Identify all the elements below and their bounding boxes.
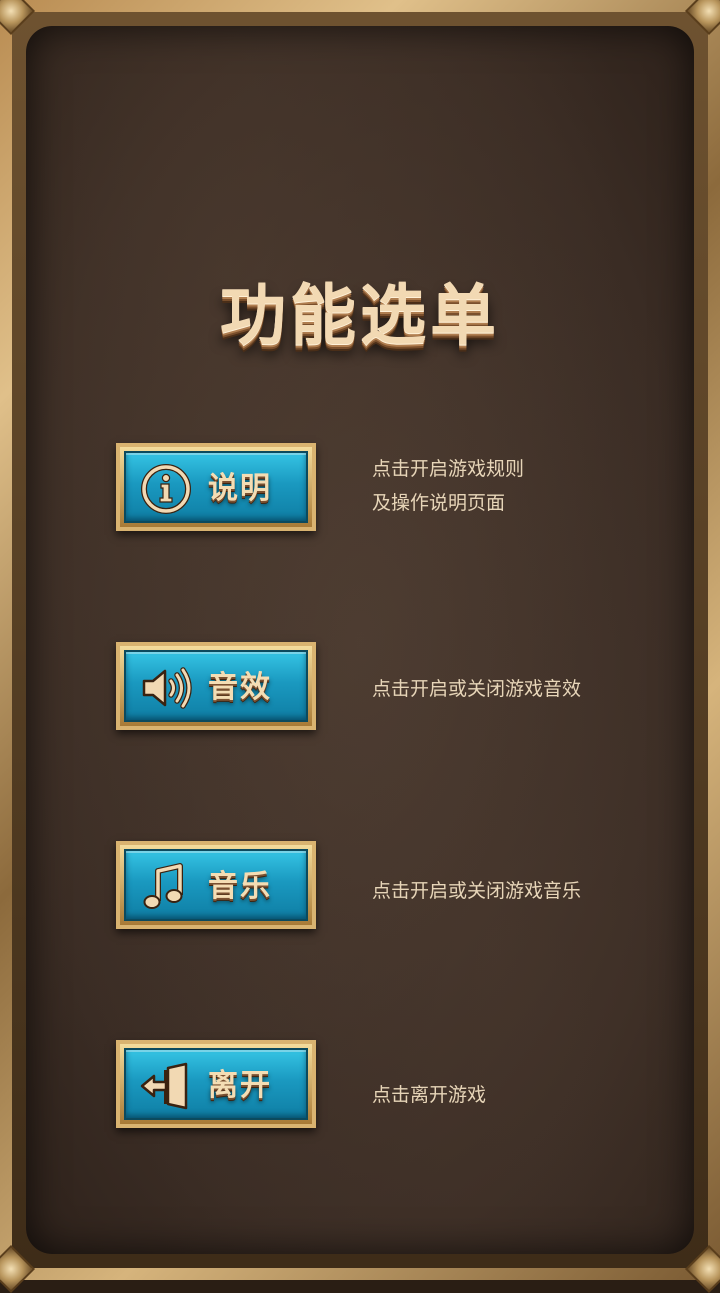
speaker-icon [142, 667, 192, 709]
music-button-label: 音乐 [208, 869, 272, 904]
rules-description-line-2: 及操作说明页面 [372, 492, 506, 514]
music-description-line-1: 点击开启或关闭游戏音乐 [372, 880, 582, 902]
exit-button[interactable]: 离开 [116, 1040, 316, 1128]
rules-button-face: 说明 [124, 451, 308, 523]
sound-effects-button-label: 音效 [208, 670, 272, 705]
rules-description: 点击开启游戏规则 及操作说明页面 [372, 452, 672, 520]
exit-description: 点击离开游戏 [372, 1078, 672, 1112]
exit-button-label: 离开 [208, 1068, 272, 1103]
rules-button[interactable]: 说明 [116, 443, 316, 531]
sound-effects-description: 点击开启或关闭游戏音效 [372, 672, 672, 706]
info-icon [141, 464, 191, 514]
exit-button-face: 离开 [124, 1048, 308, 1120]
music-button[interactable]: 音乐 [116, 841, 316, 929]
exit-door-icon [140, 1062, 188, 1110]
rules-button-label: 说明 [208, 471, 272, 506]
sound-effects-button-face: 音效 [124, 650, 308, 722]
exit-description-line-1: 点击离开游戏 [372, 1084, 487, 1106]
rules-description-line-1: 点击开启游戏规则 [372, 458, 525, 480]
music-description: 点击开启或关闭游戏音乐 [372, 874, 672, 908]
sound-effects-button[interactable]: 音效 [116, 642, 316, 730]
sound-effects-description-line-1: 点击开启或关闭游戏音效 [372, 678, 582, 700]
music-button-face: 音乐 [124, 849, 308, 921]
page-title: 功能选单 [220, 277, 500, 354]
music-note-icon [143, 863, 183, 909]
